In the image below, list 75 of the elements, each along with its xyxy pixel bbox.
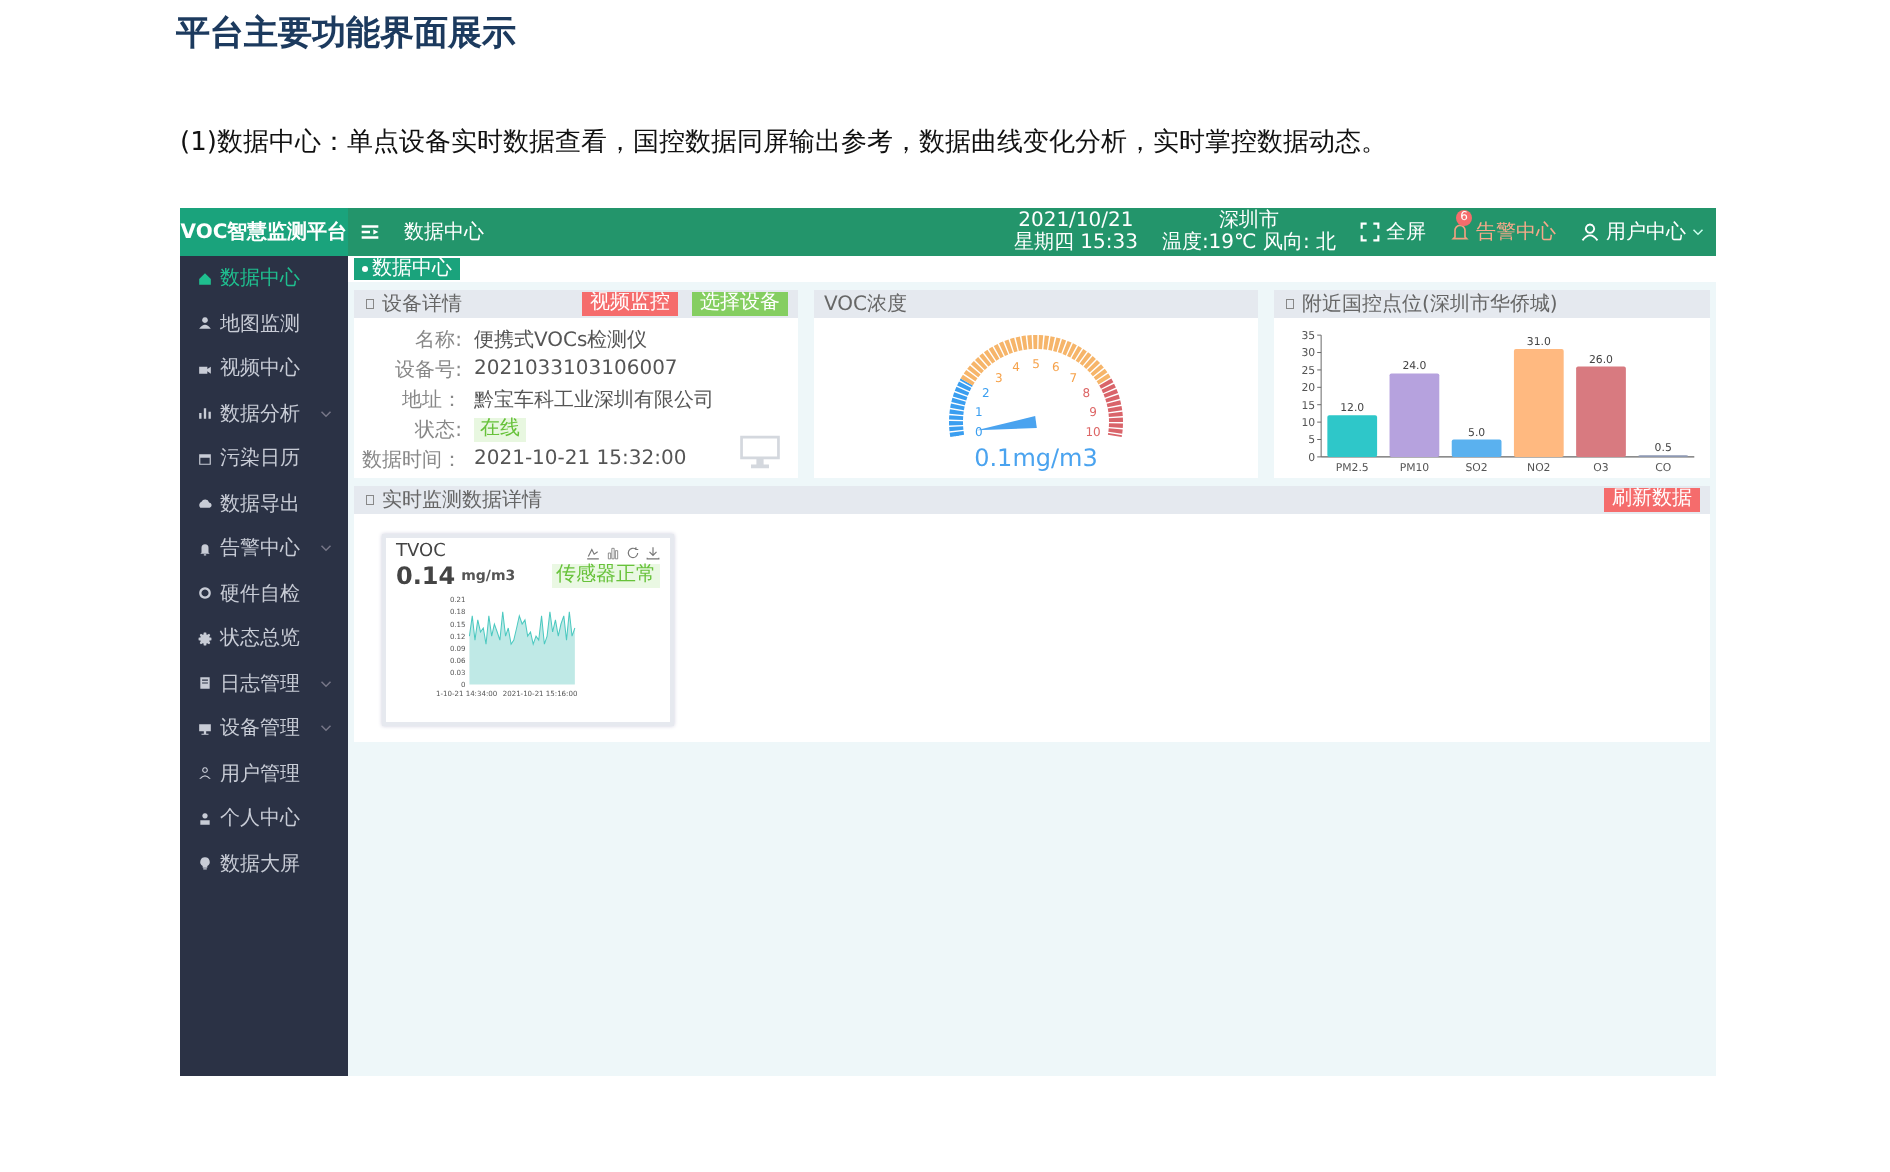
bar bbox=[1451, 439, 1502, 457]
panel-title: VOC浓度 bbox=[824, 291, 908, 318]
weekday-time-text: 星期四 15:33 bbox=[1013, 232, 1138, 254]
field-label: 设备号: bbox=[393, 357, 462, 383]
status-tag: 在线 bbox=[474, 417, 526, 441]
bulb-icon bbox=[198, 856, 212, 871]
gauge-reading: 0.1mg/m3 bbox=[974, 444, 1098, 472]
field-label: 地址： bbox=[400, 387, 462, 413]
gear-icon bbox=[198, 631, 212, 646]
document-icon bbox=[1284, 298, 1296, 310]
panel-title: 附近国控点位(深圳市华侨城) bbox=[1302, 291, 1558, 318]
caret-icon[interactable] bbox=[1692, 228, 1704, 236]
field-value: 2021033103106007 bbox=[474, 358, 678, 380]
bar-chart-icon bbox=[198, 406, 212, 421]
person-icon bbox=[198, 766, 212, 781]
sensor-name: TVOC bbox=[396, 542, 446, 562]
sidebar-item[interactable]: 状态总览 bbox=[180, 616, 348, 661]
monitor-icon bbox=[738, 434, 782, 470]
bell-icon bbox=[198, 541, 212, 556]
sparkline bbox=[468, 611, 576, 647]
page-title: 数据中心 bbox=[404, 219, 484, 246]
section-heading: 平台主要功能界面展示 bbox=[176, 12, 518, 58]
sidebar-item[interactable]: 数据导出 bbox=[180, 481, 348, 526]
fullscreen-label[interactable]: 全屏 bbox=[1386, 218, 1426, 246]
sidebar-item[interactable]: 污染日历 bbox=[180, 436, 348, 481]
bar bbox=[1327, 415, 1378, 457]
field-label: 名称: bbox=[413, 327, 462, 353]
house-icon bbox=[198, 271, 212, 286]
field-label: 数据时间： bbox=[360, 447, 462, 473]
sensor-status-tag: 传感器正常 bbox=[552, 564, 660, 588]
sidebar-item[interactable]: 数据中心 bbox=[180, 256, 348, 301]
person-icon bbox=[198, 316, 212, 331]
date-text: 2021/10/21 bbox=[1018, 210, 1134, 232]
cloud-icon bbox=[198, 496, 212, 511]
sidebar-item[interactable]: 数据大屏 bbox=[180, 841, 348, 886]
user-icon[interactable] bbox=[1580, 222, 1600, 242]
gauge-needle bbox=[976, 416, 1037, 431]
sidebar-item[interactable]: 设备管理 bbox=[180, 706, 348, 751]
user-label[interactable]: 用户中心 bbox=[1606, 218, 1686, 246]
app-logo: VOC智慧监测平台 bbox=[180, 208, 348, 256]
sidebar-item[interactable]: 个人中心 bbox=[180, 796, 348, 841]
intro-paragraph: (1)数据中心：单点设备实时数据查看，国控数据同屏输出参考，数据曲线变化分析，实时掌控数据动态。 bbox=[180, 126, 1389, 162]
sidebar-item[interactable]: 告警中心 bbox=[180, 526, 348, 571]
bar bbox=[1513, 349, 1564, 457]
bar-chart-icon[interactable] bbox=[606, 545, 620, 559]
calendar-icon bbox=[198, 451, 212, 466]
bar bbox=[1389, 373, 1440, 457]
menu-icon[interactable] bbox=[360, 222, 380, 242]
refresh-icon[interactable] bbox=[626, 545, 640, 559]
document-icon bbox=[364, 298, 376, 310]
sidebar-item[interactable]: 日志管理 bbox=[180, 661, 348, 706]
sidebar-item[interactable]: 用户管理 bbox=[180, 751, 348, 796]
bar bbox=[1576, 366, 1626, 457]
camera-icon bbox=[198, 361, 212, 376]
line-chart-icon[interactable] bbox=[586, 545, 600, 559]
sidebar-item[interactable]: 数据分析 bbox=[180, 391, 348, 436]
field-label: 状态: bbox=[413, 417, 462, 443]
document-icon bbox=[364, 494, 376, 506]
download-icon[interactable] bbox=[646, 545, 660, 559]
sidebar-item[interactable]: 视频中心 bbox=[180, 346, 348, 391]
city-text: 深圳市 bbox=[1218, 210, 1279, 232]
sidebar-item[interactable]: 硬件自检 bbox=[180, 571, 348, 616]
monitor-icon bbox=[198, 721, 212, 736]
field-value: 黔宝车科工业深圳有限公司 bbox=[474, 387, 714, 413]
sensor-value: 0.14 bbox=[396, 562, 456, 590]
weather-text: 温度:19℃ 风向: 北 bbox=[1161, 232, 1336, 254]
fullscreen-icon[interactable] bbox=[1360, 222, 1380, 242]
document-icon bbox=[198, 676, 212, 691]
person-icon bbox=[198, 811, 212, 826]
panel-title: 设备详情 bbox=[382, 291, 462, 318]
field-value: 2021-10-21 15:32:00 bbox=[474, 448, 687, 470]
y-axis bbox=[1316, 334, 1322, 458]
field-value: 便携式VOCs检测仪 bbox=[474, 327, 648, 353]
panel-title: 实时监测数据详情 bbox=[382, 487, 542, 514]
sidebar-item[interactable]: 地图监测 bbox=[180, 301, 348, 346]
